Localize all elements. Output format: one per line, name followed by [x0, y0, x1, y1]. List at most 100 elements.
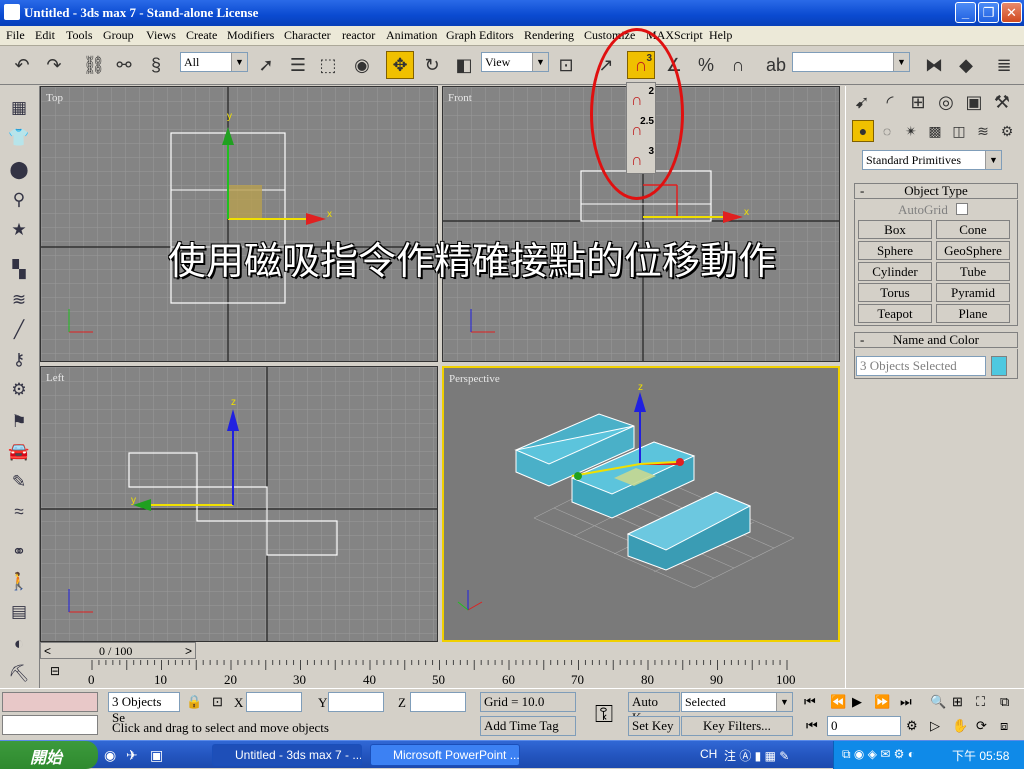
- align-icon[interactable]: ◆: [952, 51, 980, 79]
- menu-group[interactable]: Group: [103, 28, 134, 43]
- add-time-tag-button[interactable]: Add Time Tag: [480, 716, 576, 736]
- window-crossing-icon[interactable]: ◉: [348, 51, 376, 79]
- plane-button[interactable]: Plane: [936, 304, 1010, 323]
- tube-button[interactable]: Tube: [936, 262, 1010, 281]
- wind-icon[interactable]: ⚑: [6, 410, 32, 434]
- display-tab-icon[interactable]: ▣: [960, 88, 988, 116]
- select-and-rotate-icon[interactable]: ↻: [418, 51, 446, 79]
- menu-character[interactable]: Character: [284, 28, 331, 43]
- spring-icon[interactable]: ≋: [6, 288, 32, 312]
- time-slider[interactable]: < 0 / 100 >: [40, 642, 196, 659]
- maxscript-output-mini[interactable]: [2, 715, 98, 735]
- select-link-icon[interactable]: ⛓: [80, 51, 108, 79]
- track-bar[interactable]: ⊟ 0 10 20 30 40 50 60 70 80 90 100: [40, 660, 845, 688]
- taskbar-3dsmax[interactable]: Untitled - 3ds max 7 - ...: [212, 744, 362, 766]
- current-frame-field[interactable]: 0: [827, 716, 901, 736]
- preview-icon[interactable]: ▤: [6, 600, 32, 624]
- analyze-icon[interactable]: ◐: [6, 632, 32, 656]
- next-frame-icon[interactable]: ⏩: [874, 694, 890, 710]
- redo-icon[interactable]: ↷: [40, 51, 68, 79]
- zoom-extents-icon[interactable]: ⛶: [976, 694, 985, 710]
- time-config-icon[interactable]: ⚙: [906, 718, 918, 734]
- ragdoll-icon[interactable]: 🚶: [6, 570, 32, 594]
- z-coord-field[interactable]: [410, 692, 466, 712]
- menu-file[interactable]: File: [6, 28, 25, 43]
- select-and-move-icon[interactable]: ✥: [386, 51, 414, 79]
- named-selection-dropdown[interactable]: ▼: [792, 52, 910, 72]
- key-mode-toggle-icon[interactable]: ⏮: [806, 718, 818, 734]
- viewport-label-left[interactable]: Left: [46, 372, 64, 384]
- key-mode-dropdown[interactable]: Selected ▼: [681, 692, 793, 712]
- rigid-body-icon[interactable]: ▦: [6, 96, 32, 120]
- auto-key-button[interactable]: Auto Key: [628, 692, 680, 725]
- menu-rendering[interactable]: Rendering: [524, 28, 574, 43]
- systems-icon[interactable]: ⚙: [996, 120, 1018, 142]
- set-key-button[interactable]: Set Key: [628, 716, 680, 736]
- menu-modifiers[interactable]: Modifiers: [227, 28, 274, 43]
- teapot-button[interactable]: Teapot: [858, 304, 932, 323]
- quick-launch-desktop-icon[interactable]: ▣: [150, 747, 163, 764]
- menu-create[interactable]: Create: [186, 28, 217, 43]
- fracture-icon[interactable]: ✎: [6, 470, 32, 494]
- object-color-swatch[interactable]: [991, 356, 1007, 376]
- constraint-icon[interactable]: ⚭: [6, 540, 32, 564]
- geosphere-button[interactable]: GeoSphere: [936, 241, 1010, 260]
- play-icon[interactable]: ▶: [852, 694, 862, 710]
- select-by-name-icon[interactable]: ☰: [284, 51, 312, 79]
- y-coord-field[interactable]: [328, 692, 384, 712]
- menu-tools[interactable]: Tools: [66, 28, 93, 43]
- deforming-mesh-icon[interactable]: ★: [6, 218, 32, 242]
- object-type-rollout-header[interactable]: - Object Type: [854, 183, 1018, 199]
- undo-icon[interactable]: ↶: [8, 51, 36, 79]
- viewport-perspective[interactable]: z Perspective: [442, 366, 840, 642]
- maximize-viewport-icon[interactable]: ⧈: [1000, 718, 1008, 734]
- menu-views[interactable]: Views: [146, 28, 176, 43]
- create-tab-icon[interactable]: ➹: [848, 88, 876, 116]
- maximize-button[interactable]: ❐: [978, 2, 999, 23]
- sphere-button[interactable]: Sphere: [858, 241, 932, 260]
- clock[interactable]: 下午 05:58: [952, 747, 1009, 764]
- maxscript-listener-mini[interactable]: [2, 692, 98, 712]
- modify-tab-icon[interactable]: ◜: [876, 88, 904, 116]
- shapes-icon[interactable]: ◌: [876, 120, 898, 142]
- select-object-icon[interactable]: ➚: [252, 51, 280, 79]
- motion-tab-icon[interactable]: ◎: [932, 88, 960, 116]
- hierarchy-tab-icon[interactable]: ⊞: [904, 88, 932, 116]
- edit-named-selection-icon[interactable]: ab: [762, 51, 790, 79]
- go-to-end-icon[interactable]: ⏭: [900, 694, 912, 710]
- lock-selection-icon[interactable]: 🔒: [186, 694, 202, 710]
- bind-space-warp-icon[interactable]: §: [142, 51, 170, 79]
- pan-icon[interactable]: ✋: [952, 718, 968, 734]
- helpers-icon[interactable]: ◫: [948, 120, 970, 142]
- select-and-scale-icon[interactable]: ◧: [450, 51, 478, 79]
- menu-reactor[interactable]: reactor: [342, 28, 375, 43]
- absolute-mode-icon[interactable]: ⊡: [212, 694, 223, 710]
- utilities-tab-icon[interactable]: ⚒: [988, 88, 1016, 116]
- hinge-icon[interactable]: ⚷: [6, 348, 32, 372]
- viewport-label-front[interactable]: Front: [448, 92, 472, 104]
- geometry-icon[interactable]: ●: [852, 120, 874, 142]
- zoom-extents-all-icon[interactable]: ⧉: [1000, 694, 1009, 710]
- arc-rotate-icon[interactable]: ⟳: [976, 718, 987, 734]
- menu-help[interactable]: Help: [709, 28, 732, 43]
- pyramid-button[interactable]: Pyramid: [936, 283, 1010, 302]
- viewport-left[interactable]: z y Left: [40, 366, 438, 642]
- cameras-icon[interactable]: ▩: [924, 120, 946, 142]
- rope-icon[interactable]: ⚲: [6, 188, 32, 212]
- quick-launch-app-icon[interactable]: ✈: [126, 747, 138, 764]
- menu-graph-editors[interactable]: Graph Editors: [446, 28, 514, 43]
- zoom-all-icon[interactable]: ⊞: [952, 694, 963, 710]
- cylinder-button[interactable]: Cylinder: [858, 262, 932, 281]
- box-button[interactable]: Box: [858, 220, 932, 239]
- input-language[interactable]: CH: [700, 747, 717, 761]
- viewport-label-top[interactable]: Top: [46, 92, 63, 104]
- key-icon[interactable]: ⚿: [584, 695, 624, 735]
- soft-body-icon[interactable]: ⬤: [6, 158, 32, 182]
- zoom-icon[interactable]: 🔍: [930, 694, 946, 710]
- minimize-button[interactable]: _: [955, 2, 976, 23]
- layer-manager-icon[interactable]: ≣: [990, 51, 1018, 79]
- mirror-icon[interactable]: ⧓: [920, 51, 948, 79]
- primitive-category-dropdown[interactable]: Standard Primitives ▼: [862, 150, 1002, 170]
- menu-animation[interactable]: Animation: [386, 28, 437, 43]
- menu-edit[interactable]: Edit: [35, 28, 55, 43]
